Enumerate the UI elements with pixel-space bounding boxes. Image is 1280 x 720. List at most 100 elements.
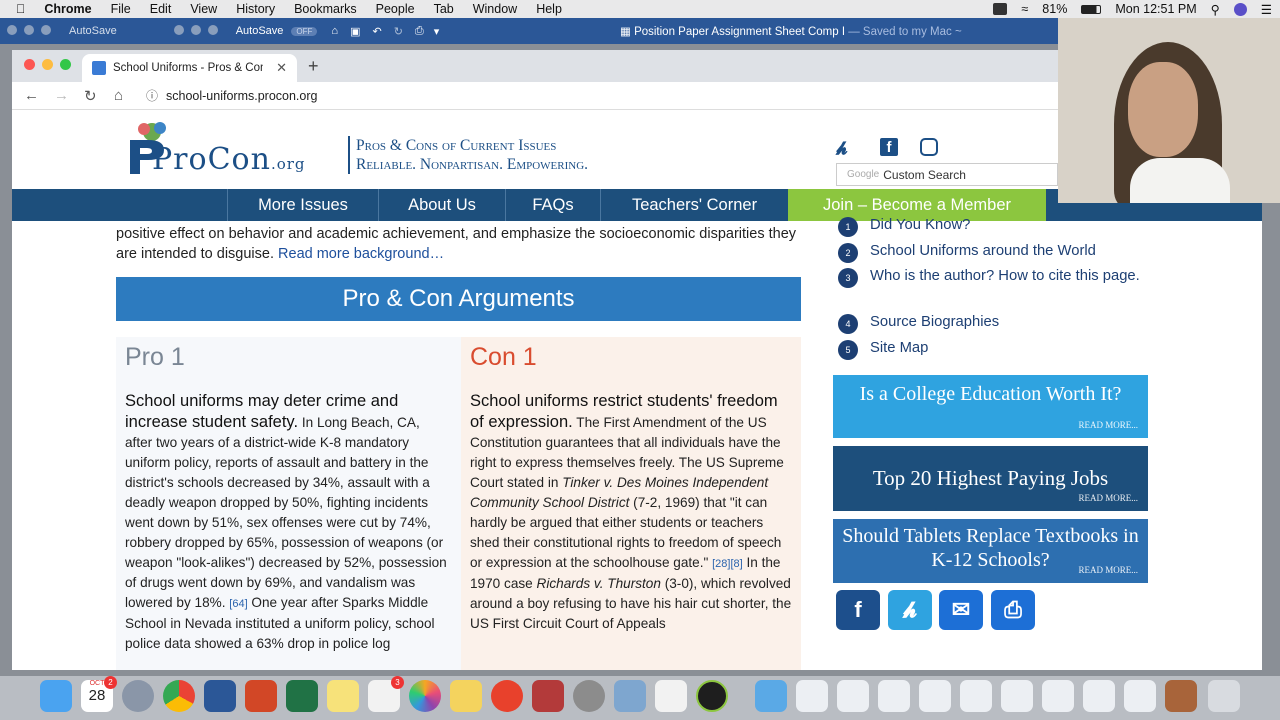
email-share-icon[interactable]: ✉ — [939, 590, 983, 630]
word-icon[interactable] — [204, 680, 236, 712]
apple-icon[interactable]:  — [16, 2, 25, 16]
battery-icon[interactable] — [1081, 4, 1102, 14]
reload-icon[interactable]: ↻ — [84, 87, 102, 105]
document-thumbnail-icon[interactable] — [919, 680, 951, 712]
twitter-icon[interactable]: 𝓱 — [836, 138, 848, 159]
excel-icon[interactable] — [286, 680, 318, 712]
nav-teachers-corner[interactable]: Teachers' Corner — [600, 189, 788, 221]
textedit-icon[interactable] — [655, 680, 687, 712]
folder-icon[interactable] — [755, 680, 787, 712]
menu-file[interactable]: File — [111, 2, 131, 16]
con-case-2: Richards v. Thurston — [536, 576, 661, 591]
doc-icon: ▦ — [620, 26, 635, 38]
powerpoint-icon[interactable] — [245, 680, 277, 712]
menu-view[interactable]: View — [190, 2, 217, 16]
zoom-window-button[interactable] — [60, 59, 71, 70]
minimize-window-button[interactable] — [42, 59, 53, 70]
wifi-icon[interactable]: ≈ — [1021, 2, 1028, 16]
dictionary-icon[interactable] — [532, 680, 564, 712]
read-more-link[interactable]: READ MORE... — [1078, 486, 1138, 510]
image-thumbnail-icon[interactable] — [1165, 680, 1197, 712]
home-icon[interactable]: ⌂ — [331, 25, 338, 37]
customize-toolbar-icon[interactable]: ▾ — [434, 25, 440, 38]
word-window-controls-2[interactable] — [167, 24, 218, 38]
print-icon[interactable]: ⎙ — [415, 25, 424, 38]
screencast-icon[interactable] — [696, 680, 728, 712]
trash-icon[interactable] — [1208, 680, 1240, 712]
word-window-controls[interactable] — [0, 24, 51, 38]
document-thumbnail-icon[interactable] — [796, 680, 828, 712]
document-thumbnail-icon[interactable] — [960, 680, 992, 712]
photos-icon[interactable] — [409, 680, 441, 712]
pro-citation[interactable]: [64] — [229, 598, 247, 610]
print-share-icon[interactable]: ⎙ — [991, 590, 1035, 630]
read-more-background-link[interactable]: Read more background… — [278, 246, 444, 262]
con-argument: School uniforms restrict students' freed… — [470, 391, 795, 634]
launchpad-icon[interactable] — [122, 680, 154, 712]
promo-college-education[interactable]: Is a College Education Worth It? READ MO… — [833, 375, 1148, 438]
calendar-icon[interactable]: OCT 28 2 — [81, 676, 117, 712]
document-thumbnail-icon[interactable] — [1124, 680, 1156, 712]
notification-center-icon[interactable]: ☰ — [1261, 2, 1272, 17]
stickies-icon[interactable] — [450, 680, 482, 712]
document-thumbnail-icon[interactable] — [878, 680, 910, 712]
autosave-toggle[interactable]: OFF — [291, 26, 318, 36]
facebook-icon[interactable]: f — [880, 138, 898, 156]
reminders-icon[interactable]: 3 — [368, 676, 404, 712]
facebook-share-icon[interactable]: f — [836, 590, 880, 630]
close-tab-icon[interactable]: ✕ — [276, 60, 287, 76]
home-icon[interactable]: ⌂ — [114, 87, 132, 104]
nav-faqs[interactable]: FAQs — [505, 189, 600, 221]
redo-icon[interactable]: ↻ — [394, 25, 403, 38]
twitter-share-icon[interactable]: 𝓱 — [888, 590, 932, 630]
procon-logo[interactable]: ProCon.org — [152, 142, 306, 177]
tagline-line-2: Reliable. Nonpartisan. Empowering. — [356, 156, 589, 173]
menu-edit[interactable]: Edit — [150, 2, 172, 16]
nav-about-us[interactable]: About Us — [378, 189, 505, 221]
forward-icon[interactable]: → — [54, 87, 72, 104]
doc-title-text: Position Paper Assignment Sheet Comp I — [634, 26, 846, 38]
menu-chrome[interactable]: Chrome — [44, 2, 91, 16]
menu-history[interactable]: History — [236, 2, 275, 16]
battery-percent[interactable]: 81% — [1042, 2, 1067, 16]
document-thumbnail-icon[interactable] — [837, 680, 869, 712]
site-info-icon[interactable]: ⓘ — [146, 87, 158, 104]
instagram-icon[interactable] — [920, 138, 938, 156]
menu-help[interactable]: Help — [536, 2, 562, 16]
shield-icon[interactable] — [993, 3, 1008, 15]
system-preferences-icon[interactable] — [573, 680, 605, 712]
document-thumbnail-icon[interactable] — [1083, 680, 1115, 712]
save-icon[interactable]: ▣ — [350, 25, 360, 38]
chrome-icon[interactable] — [163, 680, 195, 712]
menu-people[interactable]: People — [376, 2, 415, 16]
document-thumbnail-icon[interactable] — [1001, 680, 1033, 712]
preview-icon[interactable] — [614, 680, 646, 712]
tab-procon[interactable]: School Uniforms - Pros & Cons ✕ — [82, 54, 297, 82]
clock[interactable]: Mon 12:51 PM — [1115, 2, 1196, 16]
reminders-badge: 3 — [391, 676, 404, 689]
webcam-person-shirt — [1130, 158, 1230, 203]
finder-icon[interactable] — [40, 680, 72, 712]
read-more-link[interactable]: READ MORE... — [1078, 558, 1138, 582]
notes-icon[interactable] — [327, 680, 359, 712]
custom-search-input[interactable]: Google Custom Search — [836, 163, 1058, 186]
con-citation[interactable]: [28][8] — [712, 558, 743, 570]
read-more-link[interactable]: READ MORE... — [1078, 413, 1138, 437]
promo-tablets-textbooks[interactable]: Should Tablets Replace Textbooks in K-12… — [833, 519, 1148, 583]
teach-app-icon[interactable] — [491, 680, 523, 712]
document-thumbnail-icon[interactable] — [1042, 680, 1074, 712]
con-column: Con 1 School uniforms restrict students'… — [461, 337, 801, 670]
menu-bookmarks[interactable]: Bookmarks — [294, 2, 357, 16]
nav-more-issues[interactable]: More Issues — [227, 189, 378, 221]
back-icon[interactable]: ← — [24, 87, 42, 104]
undo-icon[interactable]: ↶ — [372, 25, 381, 38]
menu-window[interactable]: Window — [473, 2, 517, 16]
promo-highest-paying-jobs[interactable]: Top 20 Highest Paying Jobs READ MORE... — [833, 446, 1148, 511]
menu-tab[interactable]: Tab — [434, 2, 454, 16]
close-window-button[interactable] — [24, 59, 35, 70]
webcam-overlay — [1058, 18, 1280, 203]
spotlight-search-icon[interactable]: ⚲ — [1211, 2, 1220, 17]
siri-icon[interactable] — [1233, 2, 1247, 16]
new-tab-icon[interactable]: + — [308, 56, 319, 77]
url-field[interactable]: school-uniforms.procon.org — [166, 89, 317, 103]
